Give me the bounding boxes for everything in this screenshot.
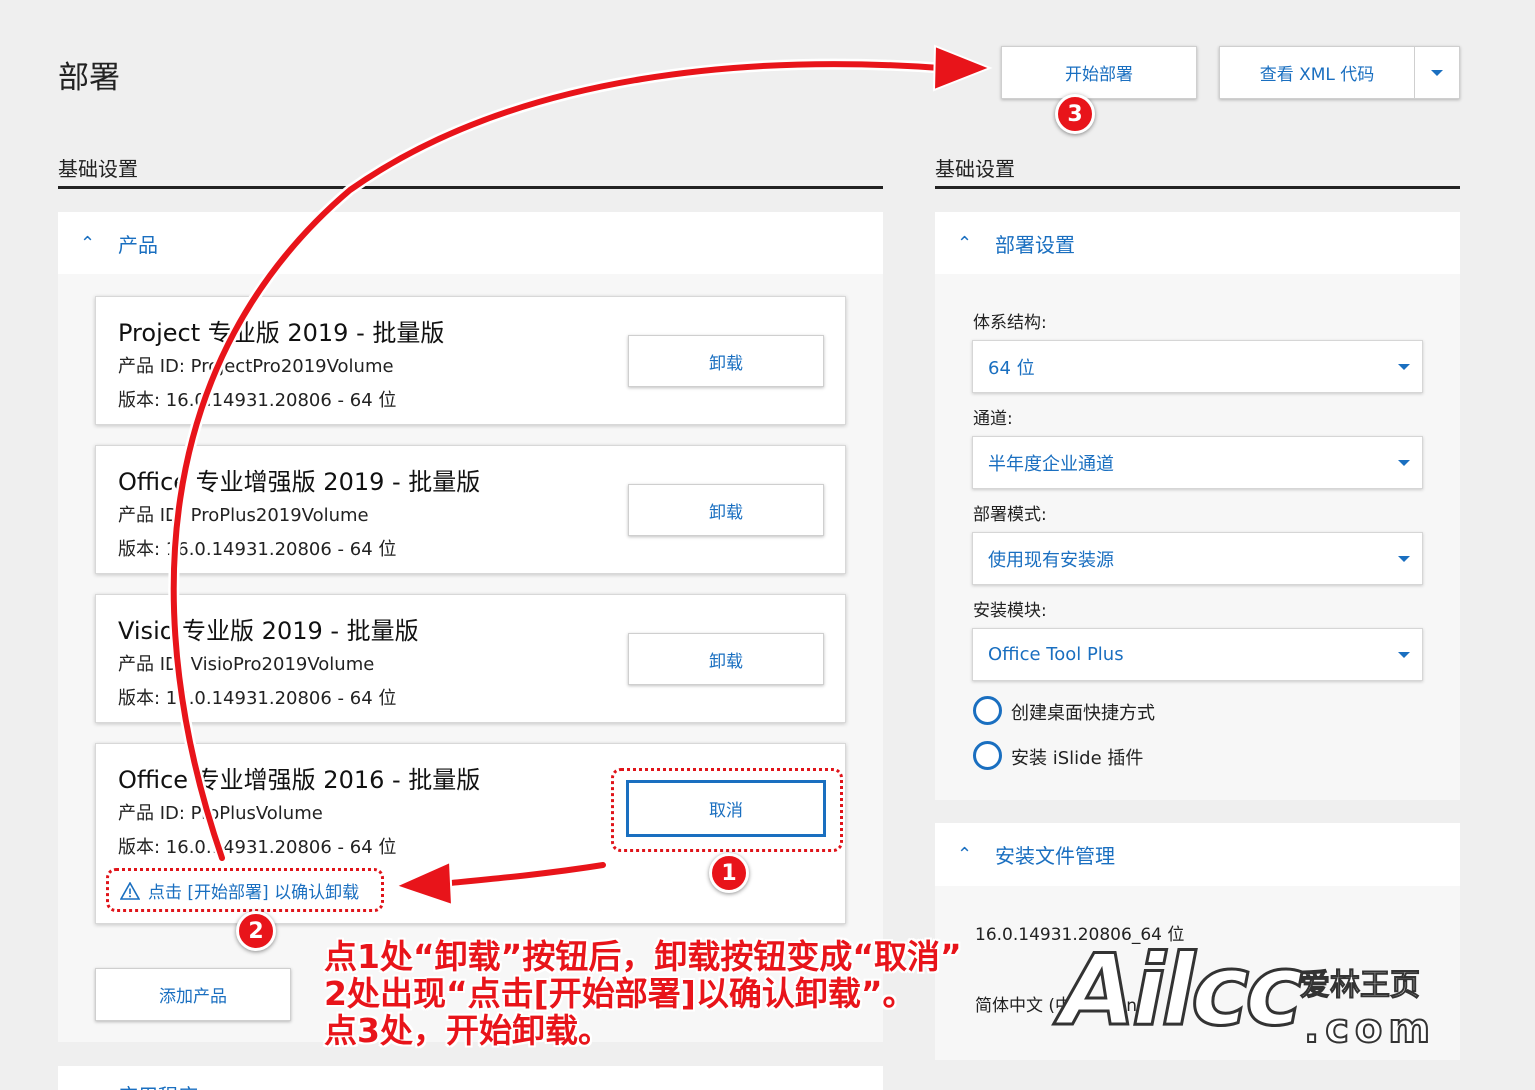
watermark-dom: .com (1303, 1005, 1437, 1053)
badge-1: 1 (709, 853, 749, 893)
watermark-cn: 爱林王页 (1300, 968, 1421, 1004)
annotation-line-1: 点1处“卸载”按钮后，卸载按钮变成“取消” (324, 937, 962, 976)
arrow-to-start-deploy (168, 58, 946, 864)
badge-2: 2 (236, 911, 276, 951)
arrowhead-start-deploy (932, 44, 993, 92)
watermark-logo: Ailcc 爱林王页 .com (1058, 930, 1460, 1060)
arrowhead-warning (393, 860, 454, 907)
annotation-line-3: 点3处，开始卸载。 (324, 1011, 611, 1050)
annotation-arrows (168, 44, 993, 907)
watermark-main: Ailcc (1058, 934, 1304, 1048)
badge-3: 3 (1055, 94, 1095, 134)
annotation-line-2: 2处出现“点击[开始部署]以确认卸载”。 (324, 974, 916, 1013)
